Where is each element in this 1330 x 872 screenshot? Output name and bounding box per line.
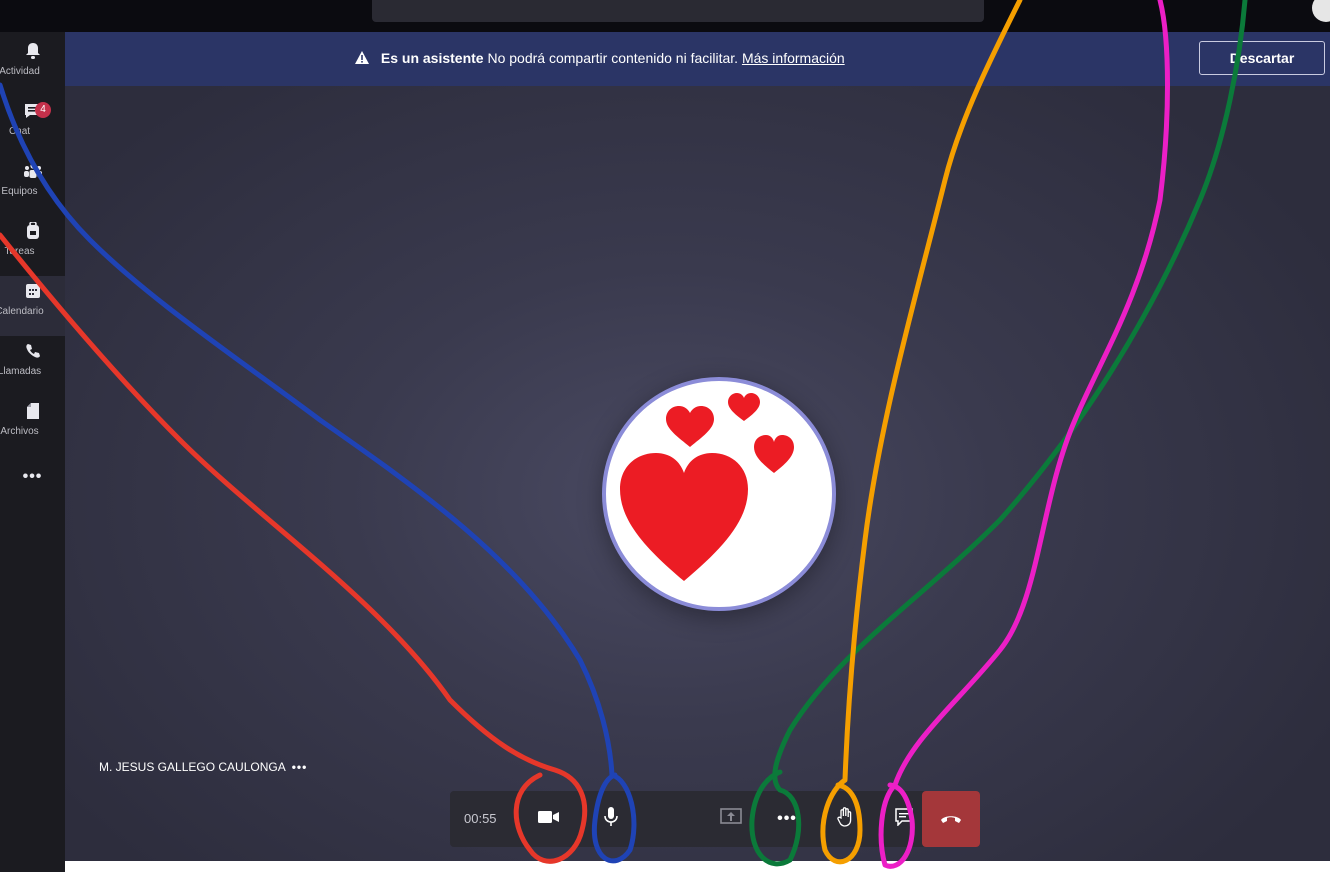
rail-item-archivos[interactable]: Archivos bbox=[0, 396, 65, 456]
rail-item-label: Chat bbox=[8, 126, 31, 137]
meeting-stage: Es un asistente No podrá compartir conte… bbox=[65, 32, 1330, 861]
chat-icon bbox=[0, 102, 65, 126]
hand-icon bbox=[837, 806, 853, 832]
more-actions-button[interactable]: ••• bbox=[767, 799, 807, 839]
file-icon bbox=[0, 402, 65, 426]
title-bar bbox=[0, 0, 1330, 32]
raise-hand-button[interactable] bbox=[825, 799, 865, 839]
microphone-button[interactable] bbox=[591, 799, 631, 839]
chat-bubble-icon bbox=[895, 807, 913, 831]
participant-name: M. JESUS GALLEGO CAULONGA bbox=[99, 760, 286, 774]
dismiss-button[interactable]: Descartar bbox=[1199, 41, 1325, 75]
hang-up-button[interactable] bbox=[922, 791, 980, 847]
chat-badge: 4 bbox=[35, 102, 51, 118]
app-rail: Actividad 4 Chat Equipos Tareas Calendar… bbox=[0, 32, 65, 872]
rail-item-label: Archivos bbox=[0, 426, 39, 437]
call-controls: 00:55 ••• bbox=[450, 791, 980, 847]
more-icon: ••• bbox=[777, 810, 797, 827]
chat-button[interactable] bbox=[884, 799, 924, 839]
share-screen-icon bbox=[720, 807, 742, 831]
hang-up-icon bbox=[940, 810, 962, 828]
avatar[interactable] bbox=[1312, 0, 1330, 22]
rail-item-label: Tareas bbox=[4, 246, 35, 257]
participant-avatar bbox=[602, 377, 836, 611]
rail-item-actividad[interactable]: Actividad bbox=[0, 36, 65, 96]
call-timer: 00:55 bbox=[464, 811, 497, 826]
rail-item-tareas[interactable]: Tareas bbox=[0, 216, 65, 276]
bell-icon bbox=[0, 42, 65, 66]
rail-item-chat[interactable]: 4 Chat bbox=[0, 96, 65, 156]
banner-message: No podrá compartir contenido ni facilita… bbox=[483, 50, 742, 66]
more-apps-button[interactable]: ••• bbox=[0, 468, 65, 498]
rail-item-label: Calendario bbox=[0, 306, 44, 317]
phone-icon bbox=[0, 342, 65, 366]
banner-title: Es un asistente bbox=[380, 50, 484, 66]
share-screen-button[interactable] bbox=[711, 799, 751, 839]
participant-more-button[interactable]: ••• bbox=[292, 760, 308, 774]
rail-item-label: Equipos bbox=[1, 186, 38, 197]
rail-item-label: Actividad bbox=[0, 66, 40, 77]
microphone-icon bbox=[604, 806, 618, 832]
attendee-banner: Es un asistente No podrá compartir conte… bbox=[65, 32, 1330, 86]
camera-button[interactable] bbox=[529, 799, 569, 839]
camera-icon bbox=[538, 810, 560, 829]
rail-item-llamadas[interactable]: Llamadas bbox=[0, 336, 65, 396]
rail-item-calendario[interactable]: Calendario bbox=[0, 276, 65, 336]
participant-name-label: M. JESUS GALLEGO CAULONGA ••• bbox=[99, 760, 307, 774]
search-input[interactable] bbox=[372, 0, 984, 22]
more-info-link[interactable]: Más información bbox=[742, 50, 845, 66]
warning-icon bbox=[355, 50, 373, 66]
rail-item-label: Llamadas bbox=[0, 366, 42, 377]
rail-item-equipos[interactable]: Equipos bbox=[0, 156, 65, 216]
backpack-icon bbox=[0, 221, 65, 246]
teams-icon bbox=[0, 162, 65, 186]
calendar-icon bbox=[0, 282, 65, 306]
